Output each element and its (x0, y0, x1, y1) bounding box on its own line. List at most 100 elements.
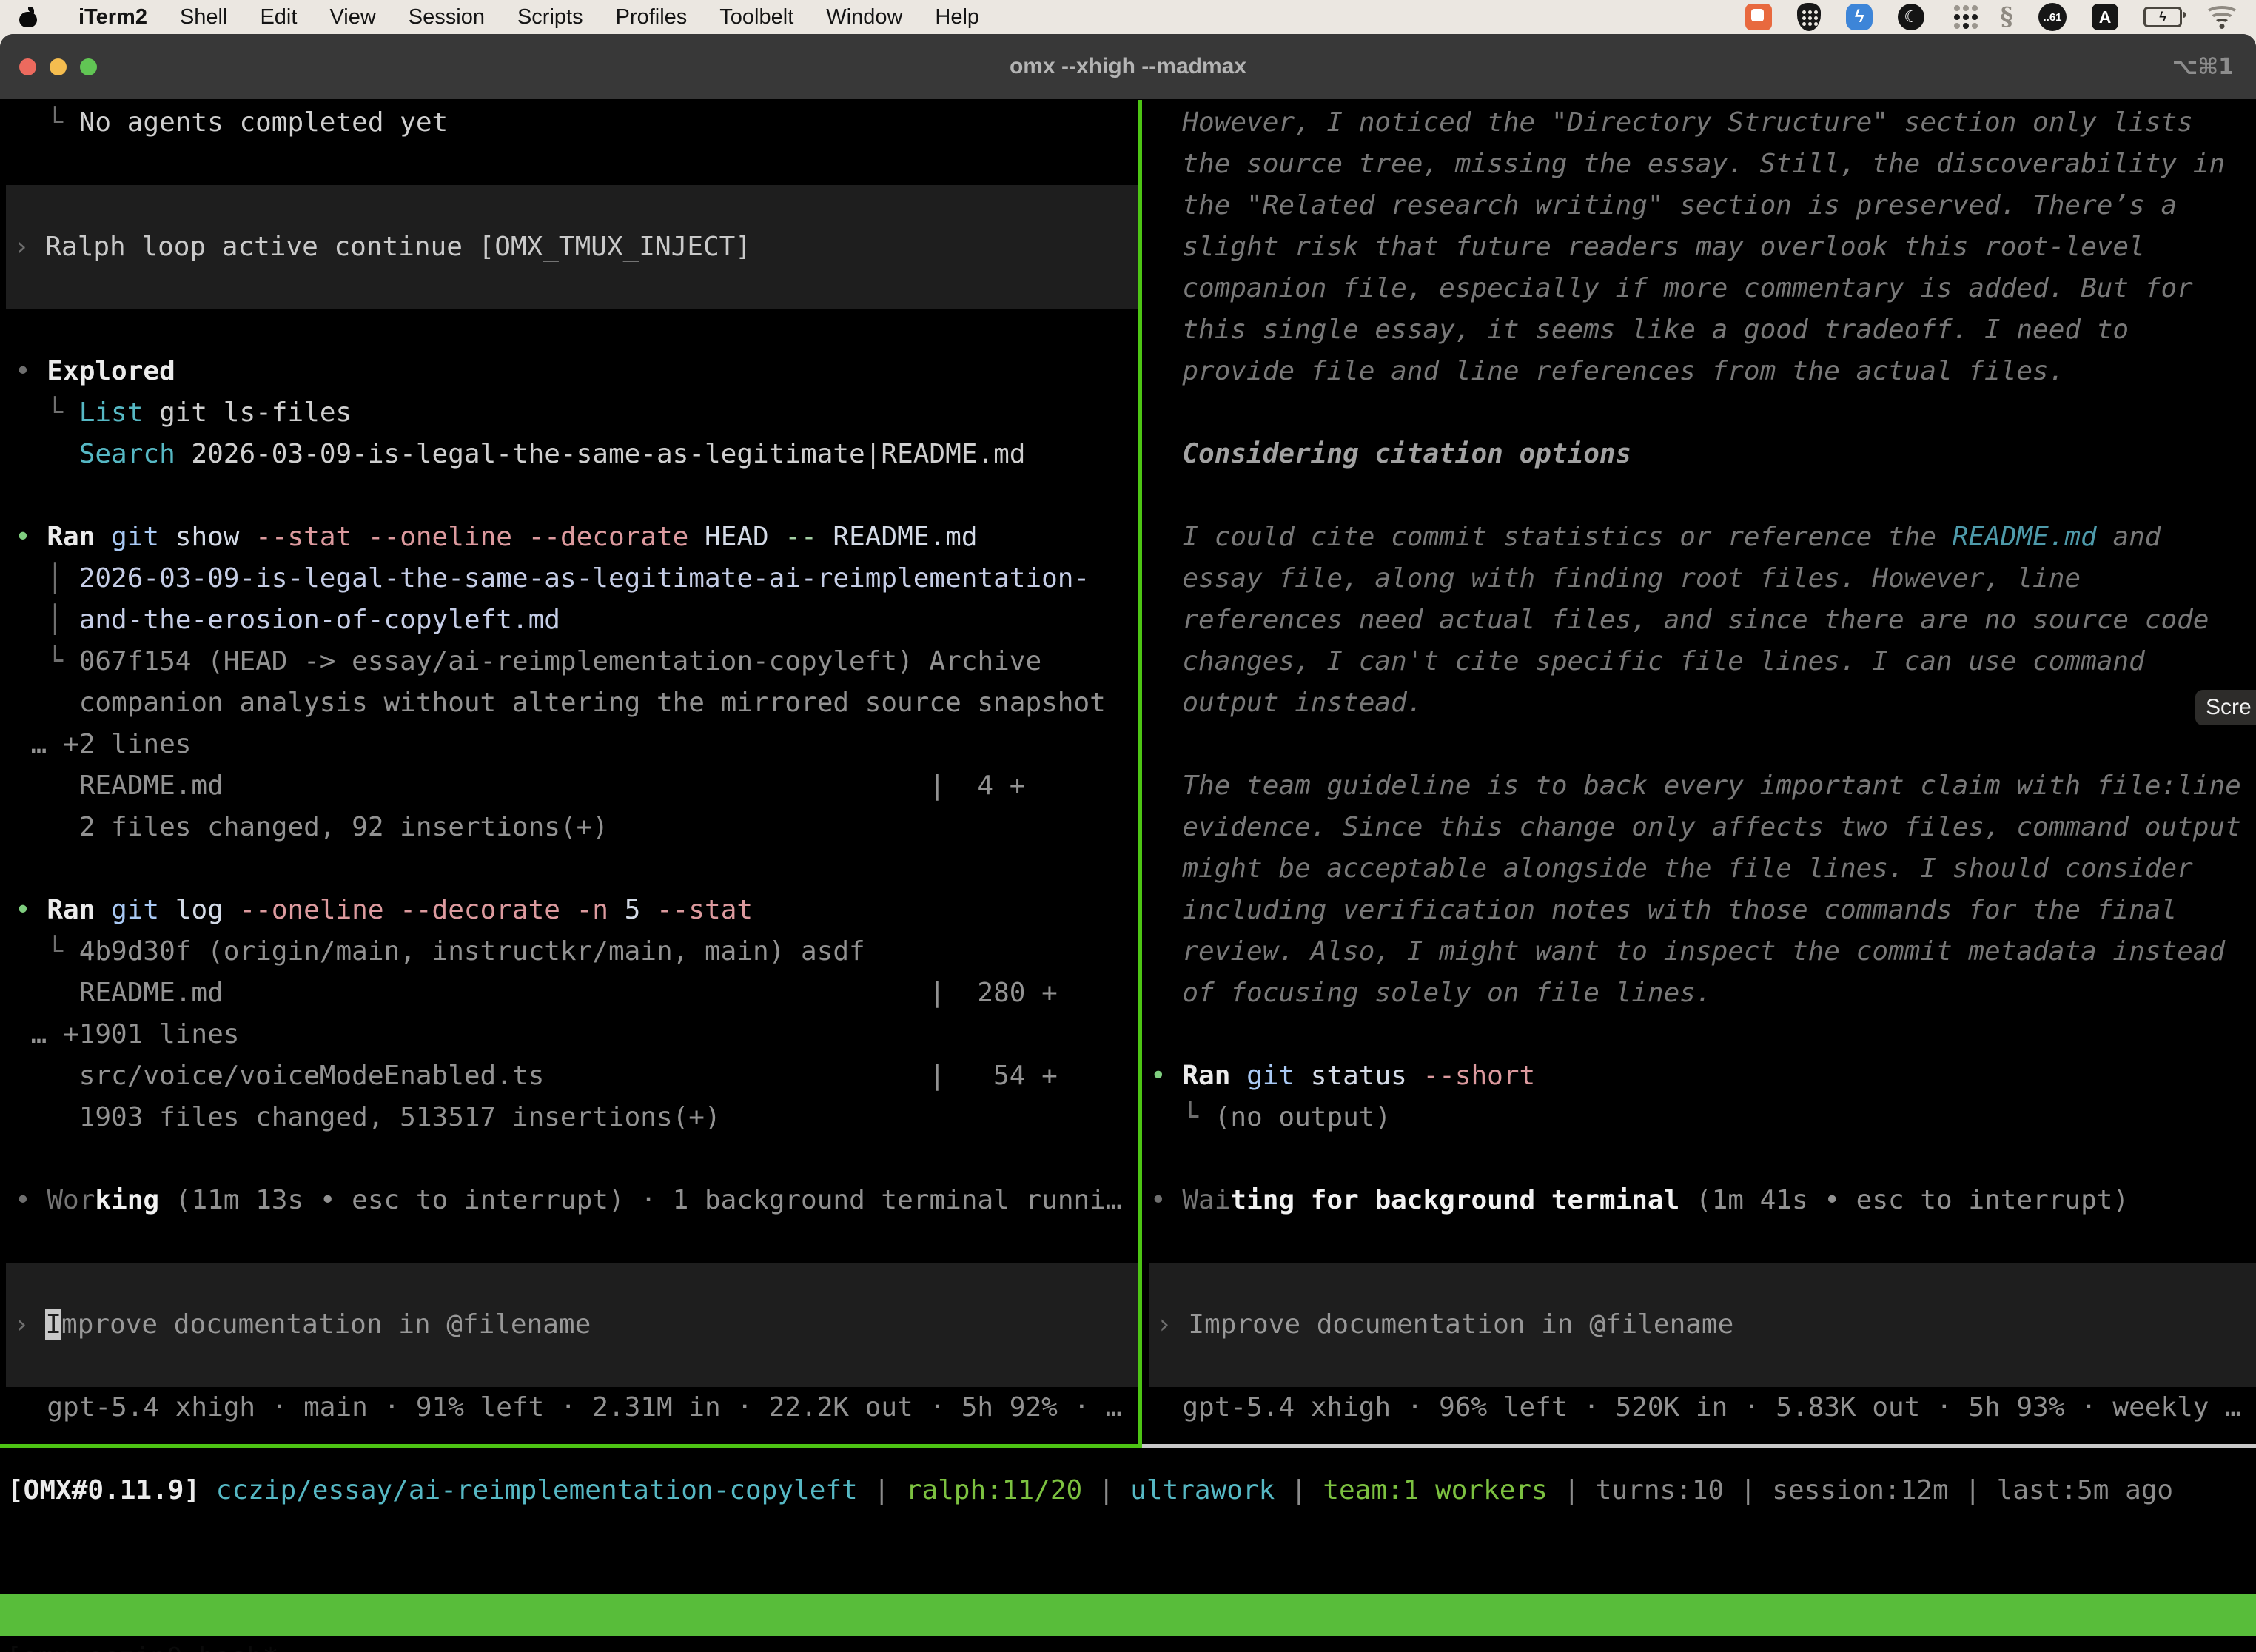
terminal-line: └ (no output) (1150, 1097, 2256, 1138)
messages-icon[interactable] (1745, 4, 1772, 30)
left-terminal-pane[interactable]: └ No agents completed yet › Ralph loop ac… (0, 100, 1138, 1444)
menu-item-window[interactable]: Window (810, 5, 919, 30)
terminal-line: evidence. Since this change only affects… (1150, 807, 2256, 848)
right-terminal-pane[interactable]: However, I noticed the "Directory Struct… (1143, 100, 2256, 1444)
battery-icon[interactable]: ϟ (2143, 7, 2182, 27)
terminal-line: However, I noticed the "Directory Struct… (1150, 102, 2256, 144)
terminal-blank-line (1150, 1221, 2256, 1263)
window-title-bar[interactable]: omx --xhigh --madmax ⌥⌘1 (0, 34, 2256, 100)
terminal-line: • Ran git log --oneline --decorate -n 5 … (15, 890, 1138, 931)
terminal-blank-line (15, 475, 1138, 517)
terminal-line: … +1901 lines (15, 1014, 1138, 1055)
crescent-icon[interactable]: ☾ (1898, 4, 1924, 30)
macos-menu-bar: iTerm2ShellEditViewSessionScriptsProfile… (0, 0, 2256, 34)
terminal-line: the "Related research writing" section i… (1150, 185, 2256, 226)
terminal-line: │ 2026-03-09-is-legal-the-same-as-legiti… (15, 558, 1138, 600)
menu-item-view[interactable]: View (313, 5, 392, 30)
squiggle-icon[interactable]: § (2000, 2, 2013, 32)
terminal-line: • Explored (15, 351, 1138, 392)
terminal-line: slight risk that future readers may over… (1150, 226, 2256, 268)
zap-badge-icon[interactable]: ϟ (1846, 4, 1873, 30)
terminal-line: └ 4b9d30f (origin/main, instructkr/main,… (15, 931, 1138, 973)
shield-grid-icon[interactable] (1797, 3, 1821, 31)
terminal-line: Search 2026-03-09-is-legal-the-same-as-l… (15, 434, 1138, 475)
terminal-blank-line (1150, 392, 2256, 434)
terminal-line: gpt-5.4 xhigh · 96% left · 520K in · 5.8… (1150, 1387, 2256, 1428)
terminal-line: • Ran git status --short (1150, 1055, 2256, 1097)
dots-grid-icon[interactable] (1954, 5, 1960, 11)
terminal-blank-line (15, 144, 1138, 185)
terminal-line: gpt-5.4 xhigh · main · 91% left · 2.31M … (15, 1387, 1138, 1428)
terminal-line: 1903 files changed, 513517 insertions(+) (15, 1097, 1138, 1138)
terminal-line: └ No agents completed yet (15, 102, 1138, 144)
menu-item-shell[interactable]: Shell (164, 5, 244, 30)
terminal-line: • Waiting for background terminal (1m 41… (1150, 1180, 2256, 1221)
terminal-line: companion file, especially if more comme… (1150, 268, 2256, 309)
badge-61-icon[interactable]: ..61 (2038, 3, 2067, 31)
apple-menu-icon[interactable] (19, 7, 37, 27)
terminal-line: I could cite commit statistics or refere… (1150, 517, 2256, 558)
terminal-line: provide file and line references from th… (1150, 351, 2256, 392)
menu-item-profiles[interactable]: Profiles (600, 5, 704, 30)
tmux-pane-divider[interactable] (1138, 100, 1142, 1444)
iterm2-window: omx --xhigh --madmax ⌥⌘1 └ No agents com… (0, 34, 2256, 1652)
prompt-input[interactable]: › Improve documentation in @filename (1149, 1263, 2256, 1387)
tmux-status-bar: [omx-cczip0:bash* "MacBook-Pro-44.local"… (0, 1594, 2256, 1636)
terminal-line: • Ran git show --stat --oneline --decora… (15, 517, 1138, 558)
terminal-line: review. Also, I might want to inspect th… (1150, 931, 2256, 973)
terminal-line: └ 067f154 (HEAD -> essay/ai-reimplementa… (15, 641, 1138, 682)
terminal-blank-line (1150, 724, 2256, 765)
prompt-input[interactable]: › Ralph loop active continue [OMX_TMUX_I… (6, 185, 1138, 309)
wifi-icon[interactable] (2207, 6, 2237, 28)
terminal-blank-line (15, 1138, 1138, 1180)
terminal-blank-line (1150, 1014, 2256, 1055)
terminal-line: Considering citation options (1150, 434, 2256, 475)
menu-item-session[interactable]: Session (392, 5, 501, 30)
menu-items: iTerm2ShellEditViewSessionScriptsProfile… (19, 5, 996, 30)
terminal-line: changes, I can't cite specific file line… (1150, 641, 2256, 682)
terminal-line: … +2 lines (15, 724, 1138, 765)
tmux-session-label: [omx-cczip0:bash* (6, 1636, 278, 1652)
terminal-line: README.md | 280 + (15, 973, 1138, 1014)
terminal-line: companion analysis without altering the … (15, 682, 1138, 724)
terminal-line: the source tree, missing the essay. Stil… (1150, 144, 2256, 185)
terminal-line: The team guideline is to back every impo… (1150, 765, 2256, 807)
terminal-line: output instead. (1150, 682, 2256, 724)
menu-bar-status-icons: ϟ ☾ § ..61 Aϟ (1745, 2, 2237, 32)
terminal-blank-line (15, 1221, 1138, 1263)
prompt-input-text: › Improve documentation in @filename (1156, 1304, 2256, 1346)
menu-item-iterm2[interactable]: iTerm2 (62, 5, 164, 30)
inactive-pane-border (1142, 1444, 2256, 1448)
screen: iTerm2ShellEditViewSessionScriptsProfile… (0, 0, 2256, 1652)
window-title: omx --xhigh --madmax (0, 54, 2256, 79)
prompt-input-text: › Improve documentation in @filename (13, 1304, 1138, 1346)
terminal-blank-line (15, 309, 1138, 351)
terminal-line: might be acceptable alongside the file l… (1150, 848, 2256, 890)
terminal-blank-line (15, 848, 1138, 890)
terminal-area: └ No agents completed yet › Ralph loop ac… (0, 100, 2256, 1652)
terminal-line: essay file, along with finding root file… (1150, 558, 2256, 600)
terminal-line: this single essay, it seems like a good … (1150, 309, 2256, 351)
terminal-line: README.md | 4 + (15, 765, 1138, 807)
prompt-input-text: › Ralph loop active continue [OMX_TMUX_I… (13, 226, 1138, 268)
menu-item-scripts[interactable]: Scripts (501, 5, 600, 30)
menu-item-toolbelt[interactable]: Toolbelt (703, 5, 810, 30)
active-pane-border (0, 1444, 1142, 1448)
terminal-line: including verification notes with those … (1150, 890, 2256, 931)
terminal-line: 2 files changed, 92 insertions(+) (15, 807, 1138, 848)
terminal-line: └ List git ls-files (15, 392, 1138, 434)
omx-status-line: [OMX#0.11.9] cczip/essay/ai-reimplementa… (7, 1470, 2173, 1511)
prompt-input[interactable]: › Improve documentation in @filename (6, 1263, 1138, 1387)
window-shortcut-badge: ⌥⌘1 (2172, 54, 2234, 80)
terminal-line: references need actual files, and since … (1150, 600, 2256, 641)
screen-tooltip: Scre (2195, 690, 2256, 725)
terminal-line: • Working (11m 13s • esc to interrupt) ·… (15, 1180, 1138, 1221)
terminal-blank-line (1150, 475, 2256, 517)
menu-item-help[interactable]: Help (919, 5, 996, 30)
terminal-line: of focusing solely on file lines. (1150, 973, 2256, 1014)
menu-item-edit[interactable]: Edit (244, 5, 313, 30)
keyboard-a-icon[interactable]: A (2092, 4, 2118, 30)
terminal-blank-line (1150, 1138, 2256, 1180)
terminal-line: src/voice/voiceModeEnabled.ts | 54 + (15, 1055, 1138, 1097)
terminal-line: │ and-the-erosion-of-copyleft.md (15, 600, 1138, 641)
